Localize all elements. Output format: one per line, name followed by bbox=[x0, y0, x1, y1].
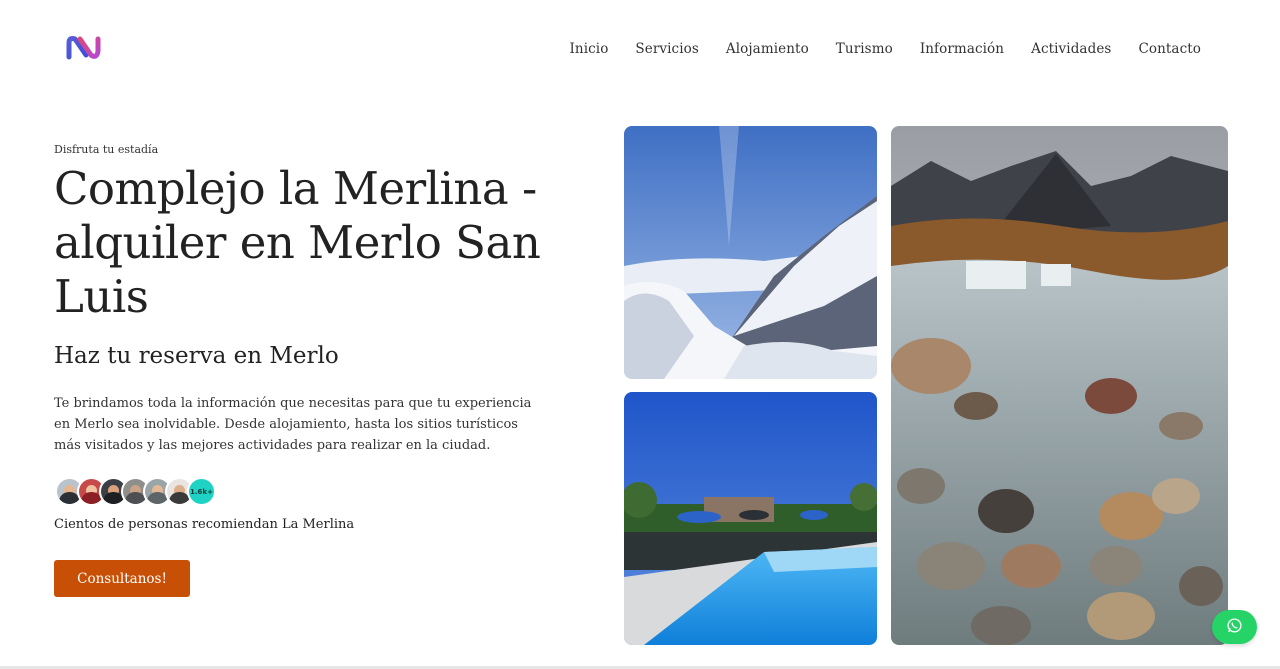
whatsapp-icon bbox=[1226, 617, 1243, 638]
brand-logo-icon[interactable] bbox=[66, 33, 102, 61]
hero-eyebrow: Disfruta tu estadía bbox=[54, 143, 159, 156]
nav-item-actividades[interactable]: Actividades bbox=[1031, 41, 1111, 57]
avatar-count-badge: 1.6k+ bbox=[187, 477, 216, 506]
hero-description: Te brindamos toda la información que nec… bbox=[54, 396, 532, 453]
nav-item-alojamiento[interactable]: Alojamiento bbox=[726, 41, 809, 57]
consult-button[interactable]: Consultanos! bbox=[54, 560, 190, 597]
snowy-mountain-image bbox=[624, 126, 877, 379]
nav-item-informacion[interactable]: Información bbox=[920, 41, 1004, 57]
nav-item-inicio[interactable]: Inicio bbox=[569, 41, 608, 57]
nav-item-servicios[interactable]: Servicios bbox=[635, 41, 698, 57]
nav-item-contacto[interactable]: Contacto bbox=[1138, 41, 1201, 57]
nav-item-turismo[interactable]: Turismo bbox=[836, 41, 893, 57]
main-nav: Inicio Servicios Alojamiento Turismo Inf… bbox=[542, 41, 1201, 57]
waterfall-river-image bbox=[891, 126, 1228, 645]
pool-image bbox=[624, 392, 877, 645]
avatar-group: 1.6k+ bbox=[55, 477, 216, 506]
hero-title: Complejo la Merlina - alquiler en Merlo … bbox=[54, 162, 541, 323]
whatsapp-button[interactable] bbox=[1212, 610, 1257, 644]
hero-subtitle: Haz tu reserva en Merlo bbox=[54, 343, 339, 369]
recommend-text: Cientos de personas recomiendan La Merli… bbox=[54, 517, 355, 532]
